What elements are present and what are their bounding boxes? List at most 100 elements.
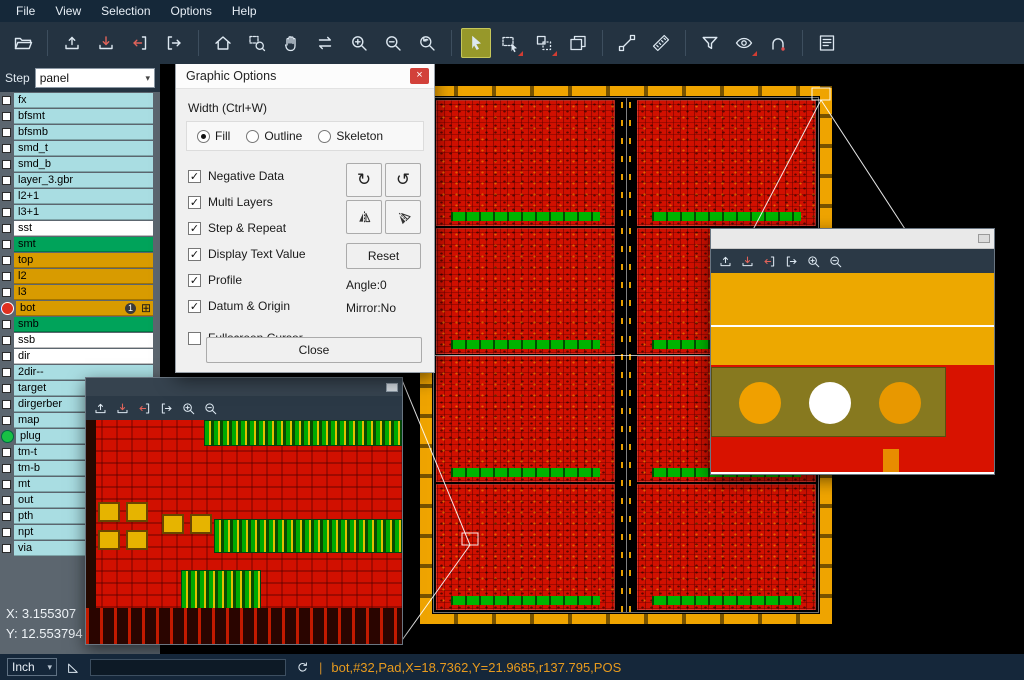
- radio-skeleton[interactable]: Skeleton: [318, 129, 383, 143]
- layer-visibility-checkbox[interactable]: [2, 272, 11, 281]
- layer-row-dir[interactable]: dir: [0, 348, 160, 364]
- layer-visibility-checkbox[interactable]: [2, 128, 11, 137]
- zoom-in-button[interactable]: [806, 254, 821, 269]
- export-right-button[interactable]: [159, 401, 174, 416]
- layer-visibility-checkbox[interactable]: [2, 512, 11, 521]
- zoom-corner-viewport[interactable]: [711, 273, 994, 472]
- checkbox-datum-origin[interactable]: ✓Datum & Origin: [188, 293, 340, 319]
- layer-visibility-checkbox[interactable]: [2, 544, 11, 553]
- layer-row-bfsmt[interactable]: bfsmt: [0, 108, 160, 124]
- layer-row-fx[interactable]: fx: [0, 92, 160, 108]
- zoom-out-button[interactable]: [203, 401, 218, 416]
- measure-ruler-button[interactable]: [646, 28, 676, 58]
- zoom-in-button[interactable]: [181, 401, 196, 416]
- filter-button[interactable]: [695, 28, 725, 58]
- layer-visibility-checkbox[interactable]: [2, 96, 11, 105]
- layer-visibility-checkbox[interactable]: [2, 192, 11, 201]
- home-view-button[interactable]: [208, 28, 238, 58]
- import-up-button[interactable]: [57, 28, 87, 58]
- layer-visibility-checkbox[interactable]: [2, 240, 11, 249]
- export-right-button[interactable]: [159, 28, 189, 58]
- restore-icon[interactable]: [386, 383, 398, 392]
- zoom-window-detail[interactable]: [85, 377, 403, 645]
- layer-visibility-checkbox[interactable]: [2, 288, 11, 297]
- import-down-button[interactable]: [740, 254, 755, 269]
- menu-item-file[interactable]: File: [6, 0, 45, 22]
- rotate-ccw-button[interactable]: ↺: [385, 163, 421, 197]
- menu-item-options[interactable]: Options: [161, 0, 222, 22]
- import-up-button[interactable]: [93, 401, 108, 416]
- line-tool-button[interactable]: [612, 28, 642, 58]
- layer-row-l3-1[interactable]: l3+1: [0, 204, 160, 220]
- command-input[interactable]: [90, 659, 286, 676]
- layer-visibility-checkbox[interactable]: [2, 480, 11, 489]
- zoom-previous-button[interactable]: [412, 28, 442, 58]
- layer-visibility-checkbox[interactable]: [2, 320, 11, 329]
- step-select[interactable]: panel ▾: [35, 68, 155, 88]
- layer-visibility-checkbox[interactable]: [2, 112, 11, 121]
- layer-row-layer-3-gbr[interactable]: layer_3.gbr: [0, 172, 160, 188]
- snap-button[interactable]: [763, 28, 793, 58]
- zoom-detail-viewport[interactable]: [86, 420, 402, 644]
- layer-visibility-checkbox[interactable]: [2, 336, 11, 345]
- checkbox-profile[interactable]: ✓Profile: [188, 267, 340, 293]
- layer-visibility-checkbox[interactable]: [2, 464, 11, 473]
- layer-row-l2[interactable]: l2: [0, 268, 160, 284]
- import-down-button[interactable]: [91, 28, 121, 58]
- layer-visibility-checkbox[interactable]: [2, 352, 11, 361]
- zoom-in-button[interactable]: [344, 28, 374, 58]
- dialog-titlebar[interactable]: Graphic Options ×: [176, 63, 434, 89]
- radio-fill[interactable]: Fill: [197, 129, 230, 143]
- import-up-button[interactable]: [718, 254, 733, 269]
- layer-visibility-checkbox[interactable]: [2, 208, 11, 217]
- import-down-button[interactable]: [115, 401, 130, 416]
- layer-visibility-checkbox[interactable]: [2, 176, 11, 185]
- active-layer-indicator[interactable]: [2, 431, 13, 442]
- swap-view-button[interactable]: [310, 28, 340, 58]
- menu-item-view[interactable]: View: [45, 0, 91, 22]
- layer-row-bfsmb[interactable]: bfsmb: [0, 124, 160, 140]
- report-button[interactable]: [812, 28, 842, 58]
- rotate-cw-button[interactable]: ↻: [346, 163, 382, 197]
- reset-button[interactable]: Reset: [346, 243, 421, 269]
- checkbox-multi-layers[interactable]: ✓Multi Layers: [188, 189, 340, 215]
- layer-grid-icon[interactable]: ⊞: [141, 301, 151, 316]
- export-left-button[interactable]: [125, 28, 155, 58]
- export-left-button[interactable]: [137, 401, 152, 416]
- menu-item-selection[interactable]: Selection: [91, 0, 160, 22]
- layer-row-smt[interactable]: smt: [0, 236, 160, 252]
- pan-hand-button[interactable]: [276, 28, 306, 58]
- zoom-window-titlebar[interactable]: [711, 229, 994, 249]
- layer-row-smd-b[interactable]: smd_b: [0, 156, 160, 172]
- layer-row-l3[interactable]: l3: [0, 284, 160, 300]
- checkbox-step-repeat[interactable]: ✓Step & Repeat: [188, 215, 340, 241]
- layer-row-ssb[interactable]: ssb: [0, 332, 160, 348]
- export-right-button[interactable]: [784, 254, 799, 269]
- layer-row-sst[interactable]: sst: [0, 220, 160, 236]
- open-folder-button[interactable]: [8, 28, 38, 58]
- layer-visibility-checkbox[interactable]: [2, 528, 11, 537]
- layer-row-smb[interactable]: smb: [0, 316, 160, 332]
- highlight-eye-button[interactable]: [729, 28, 759, 58]
- restore-icon[interactable]: [978, 234, 990, 243]
- layer-visibility-checkbox[interactable]: [2, 416, 11, 425]
- menu-item-help[interactable]: Help: [222, 0, 267, 22]
- layer-row-top[interactable]: top: [0, 252, 160, 268]
- radio-outline[interactable]: Outline: [246, 129, 302, 143]
- layer-visibility-checkbox[interactable]: [2, 384, 11, 393]
- select-cursor-button[interactable]: [461, 28, 491, 58]
- layer-visibility-checkbox[interactable]: [2, 496, 11, 505]
- close-button[interactable]: Close: [206, 337, 422, 363]
- copy-layers-button[interactable]: [563, 28, 593, 58]
- layer-visibility-checkbox[interactable]: [2, 368, 11, 377]
- layer-row-l2-1[interactable]: l2+1: [0, 188, 160, 204]
- zoom-out-button[interactable]: [378, 28, 408, 58]
- zoom-window-titlebar[interactable]: [86, 378, 402, 396]
- active-layer-indicator[interactable]: [2, 303, 13, 314]
- unit-select[interactable]: Inch ▾: [7, 658, 57, 676]
- checkbox-negative-data[interactable]: ✓Negative Data: [188, 163, 340, 189]
- zoom-window-corner[interactable]: [710, 228, 995, 475]
- layer-visibility-checkbox[interactable]: [2, 448, 11, 457]
- zoom-window-button[interactable]: [242, 28, 272, 58]
- select-marquee-button[interactable]: [495, 28, 525, 58]
